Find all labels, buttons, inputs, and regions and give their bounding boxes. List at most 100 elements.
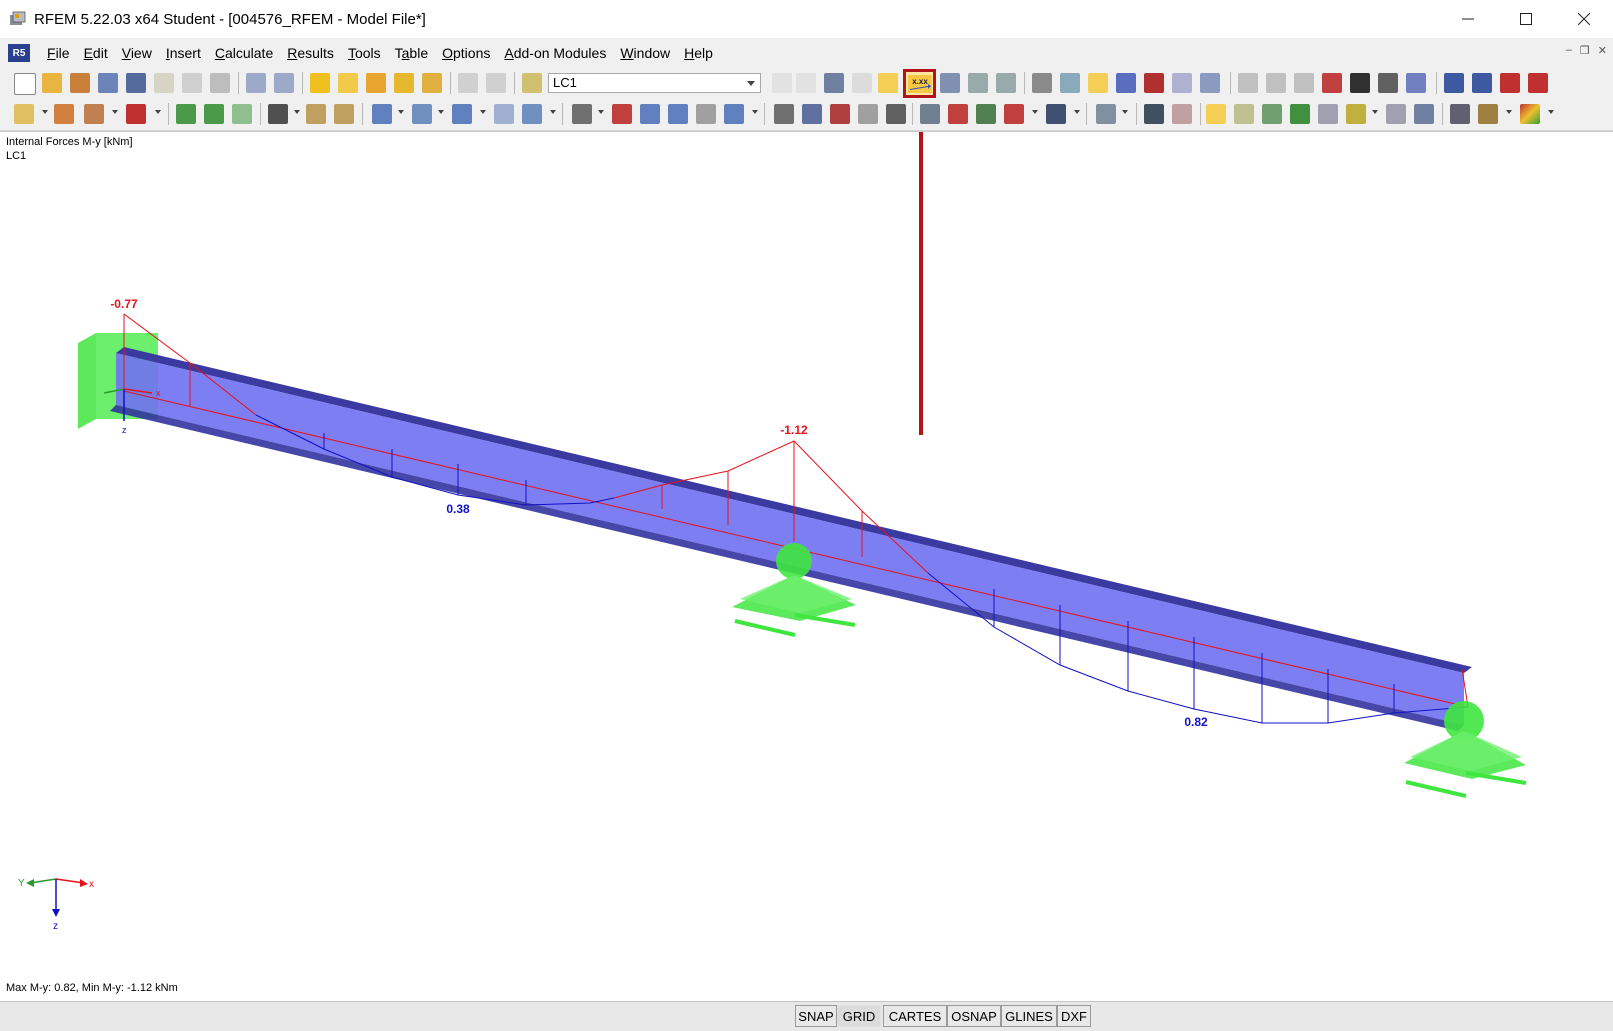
pdf-export-icon[interactable] <box>1528 73 1548 93</box>
view-z-icon[interactable] <box>976 104 996 124</box>
export-icon[interactable] <box>1444 73 1464 93</box>
nodal-support-icon[interactable] <box>176 104 196 124</box>
line-insert-icon[interactable] <box>54 104 74 124</box>
wireframe-icon[interactable] <box>1088 73 1108 93</box>
deformation-icon[interactable] <box>1318 104 1338 124</box>
divide-icon[interactable] <box>696 104 716 124</box>
grid-icon[interactable] <box>1032 73 1052 93</box>
undo-icon[interactable] <box>246 73 266 93</box>
load-case-icon[interactable] <box>522 73 542 93</box>
search-icon[interactable] <box>338 73 358 93</box>
member-load-icon[interactable] <box>306 104 326 124</box>
maximize-button[interactable] <box>1497 0 1555 38</box>
line-support-icon[interactable] <box>204 104 224 124</box>
menu-calculate[interactable]: Calculate <box>208 45 280 61</box>
zoom-icon[interactable] <box>802 104 822 124</box>
menu-window[interactable]: Window <box>613 45 677 61</box>
check-icon[interactable] <box>1378 73 1398 93</box>
menu-tools[interactable]: Tools <box>341 45 388 61</box>
new-file-icon[interactable] <box>14 73 36 95</box>
copy-icon[interactable] <box>612 104 632 124</box>
show-result-values-button[interactable]: x.xx <box>903 69 936 98</box>
result-lines-icon[interactable] <box>1346 104 1366 124</box>
view-minus-x-icon[interactable] <box>1004 104 1024 124</box>
color-palette-icon[interactable] <box>1520 104 1540 124</box>
support-reactions-icon[interactable] <box>1290 104 1310 124</box>
rfem-app-icon[interactable] <box>8 9 28 29</box>
dimension-icon[interactable] <box>1238 73 1258 93</box>
snap-icon[interactable] <box>1060 73 1080 93</box>
menu-edit[interactable]: Edit <box>77 45 115 61</box>
array-icon[interactable] <box>640 104 660 124</box>
mdi-document-icon[interactable]: R5 <box>8 44 30 62</box>
status-snap-button[interactable]: SNAP <box>795 1005 837 1027</box>
menu-options[interactable]: Options <box>435 45 497 61</box>
print-graphic-icon[interactable] <box>210 73 230 93</box>
zoom-previous-icon[interactable] <box>886 104 906 124</box>
open-project-icon[interactable] <box>70 73 90 93</box>
status-grid-button[interactable]: GRID <box>837 1005 881 1027</box>
menu-table[interactable]: Table <box>388 45 435 61</box>
target-icon[interactable] <box>366 73 386 93</box>
status-osnap-button[interactable]: OSNAP <box>947 1005 1001 1027</box>
view-3d-icon[interactable] <box>372 104 392 124</box>
result-section-icon[interactable] <box>996 73 1016 93</box>
menu-results[interactable]: Results <box>280 45 341 61</box>
member-diagram-icon[interactable] <box>1206 104 1226 124</box>
node-insert-icon[interactable] <box>14 104 34 124</box>
connect-icon[interactable] <box>1406 73 1426 93</box>
status-cartes-button[interactable]: CARTES <box>883 1005 947 1027</box>
result-diagrams-icon[interactable] <box>968 73 988 93</box>
view-cube-icon[interactable] <box>494 104 514 124</box>
model-viewport[interactable]: Internal Forces M-y [kNm] LC1 <box>0 131 1613 1002</box>
model-data-icon[interactable] <box>98 73 118 93</box>
status-glines-button[interactable]: GLINES <box>1001 1005 1057 1027</box>
zoom-window-icon[interactable] <box>858 104 878 124</box>
surface-results-icon[interactable] <box>1234 104 1254 124</box>
status-dxf-button[interactable]: DXF <box>1057 1005 1091 1027</box>
support-insert-icon[interactable] <box>126 104 146 124</box>
values-on-surfaces-icon[interactable] <box>852 73 872 93</box>
results-eye-icon[interactable] <box>878 73 898 93</box>
info-icon[interactable] <box>1350 73 1370 93</box>
surface-icon[interactable] <box>1172 73 1192 93</box>
rotate-icon[interactable] <box>1266 73 1286 93</box>
solid-icon[interactable] <box>1200 73 1220 93</box>
display-icon[interactable] <box>1096 104 1116 124</box>
menu-file[interactable]: File <box>40 45 77 61</box>
zoom-all-icon[interactable] <box>830 104 850 124</box>
view-select-icon[interactable] <box>522 104 542 124</box>
frame-icon[interactable] <box>1144 104 1164 124</box>
previous-load-case-icon[interactable] <box>772 73 792 93</box>
next-load-case-icon[interactable] <box>796 73 816 93</box>
menu-insert[interactable]: Insert <box>159 45 208 61</box>
new-window-icon[interactable] <box>394 73 414 93</box>
view-box-icon[interactable] <box>412 104 432 124</box>
table-icon[interactable] <box>486 73 506 93</box>
print-icon[interactable] <box>182 73 202 93</box>
surface-load-icon[interactable] <box>334 104 354 124</box>
color-scale-icon[interactable] <box>1478 104 1498 124</box>
delete-icon[interactable] <box>1322 73 1342 93</box>
solid-results-icon[interactable] <box>1262 104 1282 124</box>
surface-support-icon[interactable] <box>232 104 252 124</box>
menu-view[interactable]: View <box>115 45 159 61</box>
pdf-icon[interactable] <box>1500 73 1520 93</box>
node-icon[interactable] <box>1116 73 1136 93</box>
mirror-icon[interactable] <box>1294 73 1314 93</box>
member-insert-icon[interactable] <box>84 104 104 124</box>
scale-icon[interactable] <box>668 104 688 124</box>
view-x-icon[interactable] <box>920 104 940 124</box>
result-table-icon[interactable] <box>1414 104 1434 124</box>
save-icon[interactable] <box>126 73 146 93</box>
minimize-button[interactable] <box>1439 0 1497 38</box>
move-icon[interactable] <box>572 104 592 124</box>
navigator-icon[interactable] <box>458 73 478 93</box>
member-icon[interactable] <box>1144 73 1164 93</box>
animation-icon[interactable] <box>940 73 960 93</box>
mdi-close-icon[interactable]: ✕ <box>1598 44 1607 57</box>
beam-member[interactable] <box>110 347 1472 731</box>
redo-icon[interactable] <box>274 73 294 93</box>
open-file-icon[interactable] <box>42 73 62 93</box>
render-icon[interactable] <box>1046 104 1066 124</box>
